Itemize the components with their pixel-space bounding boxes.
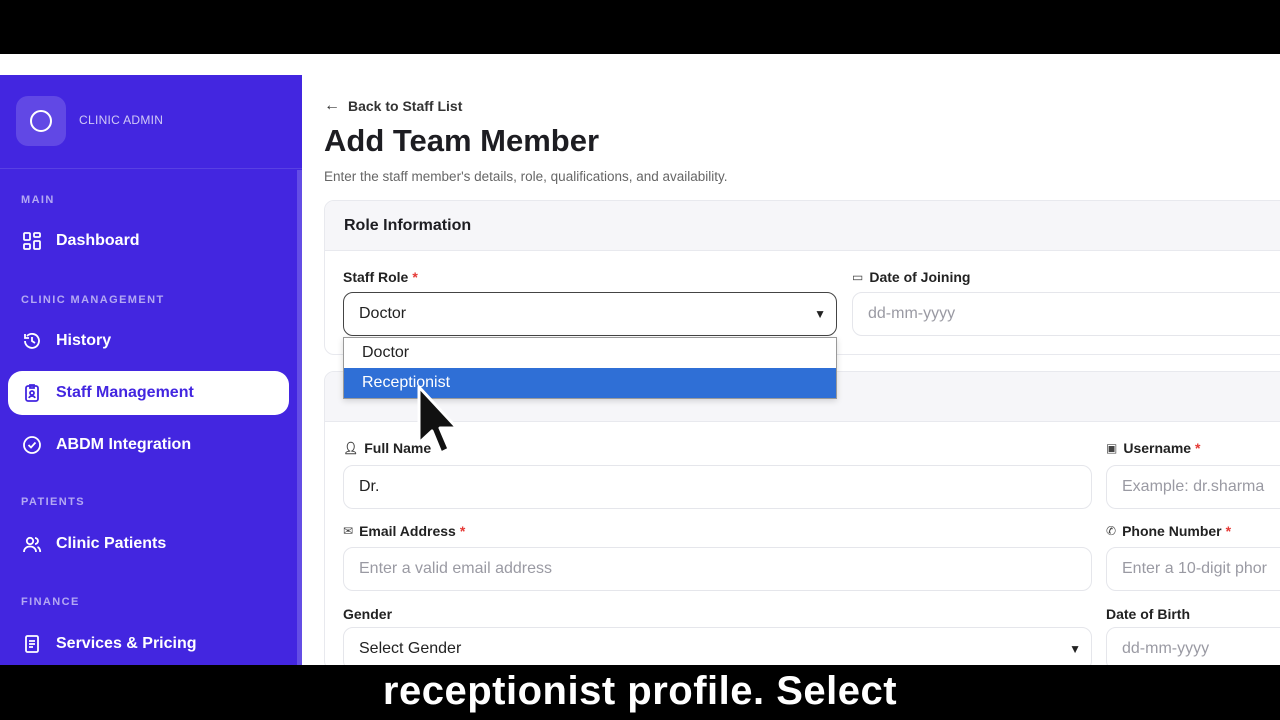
section-label-patients: PATIENTS bbox=[21, 496, 85, 508]
email-label-text: Email Address bbox=[359, 523, 456, 539]
section-label-finance: FINANCE bbox=[21, 596, 80, 608]
mouse-pointer-icon bbox=[417, 385, 459, 455]
sidebar-item-label: Clinic Patients bbox=[56, 535, 167, 552]
required-mark: * bbox=[1195, 440, 1201, 456]
username-label: ▣ Username * bbox=[1106, 440, 1201, 456]
required-mark: * bbox=[459, 523, 466, 539]
sidebar-brand: CLINIC ADMIN bbox=[0, 75, 302, 169]
subtitle-bar: receptionist profile. Select bbox=[0, 665, 1280, 720]
top-white-strip bbox=[0, 54, 1280, 75]
back-to-staff-list-link[interactable]: ← Back to Staff List bbox=[324, 97, 462, 115]
date-of-joining-label-text: Date of Joining bbox=[869, 269, 971, 285]
clinic-logo[interactable] bbox=[16, 96, 66, 146]
users-icon bbox=[22, 534, 42, 554]
staff-role-select[interactable]: Doctor ▼ bbox=[343, 292, 837, 336]
phone-icon: ✆ bbox=[1106, 524, 1117, 538]
date-of-joining-label: ▭ Date of Joining bbox=[852, 269, 970, 285]
id-badge-icon bbox=[22, 383, 42, 403]
video-caption: receptionist profile. Select bbox=[382, 669, 898, 713]
email-label: ✉ Email Address * bbox=[343, 523, 465, 539]
dob-label-text: Date of Birth bbox=[1106, 606, 1190, 622]
dropdown-option-doctor[interactable]: Doctor bbox=[344, 338, 836, 368]
date-of-joining-input[interactable]: dd-mm-yyyy bbox=[852, 292, 1280, 336]
history-icon bbox=[22, 331, 42, 351]
sidebar-item-dashboard[interactable]: Dashboard bbox=[8, 219, 289, 263]
staff-role-label: Staff Role * bbox=[343, 269, 418, 285]
sidebar-item-history[interactable]: History bbox=[8, 319, 289, 363]
email-input[interactable]: Enter a valid email address bbox=[343, 547, 1092, 591]
full-name-input[interactable]: Dr. bbox=[343, 465, 1092, 509]
page-subtitle: Enter the staff member's details, role, … bbox=[324, 169, 728, 184]
brand-name: CLINIC ADMIN bbox=[79, 113, 164, 127]
top-letterbox bbox=[0, 0, 1280, 54]
phone-label: ✆ Phone Number * bbox=[1106, 523, 1231, 539]
back-link-label: Back to Staff List bbox=[348, 98, 463, 114]
section-label-main: MAIN bbox=[21, 194, 55, 206]
card-title: Role Information bbox=[325, 201, 1280, 251]
circle-logo-icon bbox=[30, 110, 52, 132]
mail-icon: ✉ bbox=[343, 524, 354, 538]
staff-role-label-text: Staff Role bbox=[343, 269, 409, 285]
gender-select[interactable]: Select Gender ▼ bbox=[343, 627, 1092, 665]
gender-label-text: Gender bbox=[343, 606, 393, 622]
sidebar-item-label: History bbox=[56, 332, 112, 349]
id-card-icon: ▣ bbox=[1106, 441, 1118, 455]
video-frame: CLINIC ADMIN MAIN Dashboard CLINIC MANAG… bbox=[0, 0, 1280, 720]
chevron-down-icon: ▼ bbox=[1069, 642, 1081, 656]
section-label-clinic-management: CLINIC MANAGEMENT bbox=[21, 294, 165, 306]
required-mark: * bbox=[1225, 523, 1232, 539]
sidebar-item-abdm-integration[interactable]: ABDM Integration bbox=[8, 423, 289, 467]
phone-label-text: Phone Number bbox=[1122, 523, 1222, 539]
sidebar-item-label: ABDM Integration bbox=[56, 436, 192, 453]
sidebar-item-label: Services & Pricing bbox=[56, 635, 197, 652]
page-title: Add Team Member bbox=[324, 123, 600, 158]
sidebar-item-clinic-patients[interactable]: Clinic Patients bbox=[8, 522, 289, 566]
calendar-icon: ▭ bbox=[852, 270, 864, 284]
user-icon: 👤︎ bbox=[343, 441, 359, 455]
dob-input[interactable]: dd-mm-yyyy bbox=[1106, 627, 1280, 665]
gender-label: Gender bbox=[343, 606, 392, 622]
dob-label: Date of Birth bbox=[1106, 606, 1190, 622]
username-input[interactable]: Example: dr.sharma bbox=[1106, 465, 1280, 509]
sidebar-item-label: Dashboard bbox=[56, 232, 140, 249]
sidebar-item-staff-management[interactable]: Staff Management bbox=[8, 371, 289, 415]
sidebar-item-label: Staff Management bbox=[56, 384, 194, 401]
document-list-icon bbox=[22, 634, 42, 654]
check-circle-icon bbox=[22, 435, 42, 455]
required-mark: * bbox=[412, 269, 418, 285]
sidebar-item-services-pricing[interactable]: Services & Pricing bbox=[8, 622, 289, 665]
username-label-text: Username bbox=[1123, 440, 1192, 456]
phone-input[interactable]: Enter a 10-digit phor bbox=[1106, 547, 1280, 591]
staff-role-value: Doctor bbox=[359, 305, 407, 322]
dashboard-grid-icon bbox=[22, 231, 42, 251]
sidebar: CLINIC ADMIN MAIN Dashboard CLINIC MANAG… bbox=[0, 75, 302, 665]
gender-value: Select Gender bbox=[359, 640, 462, 657]
arrow-left-icon: ← bbox=[324, 97, 340, 114]
chevron-down-icon: ▼ bbox=[814, 307, 826, 321]
